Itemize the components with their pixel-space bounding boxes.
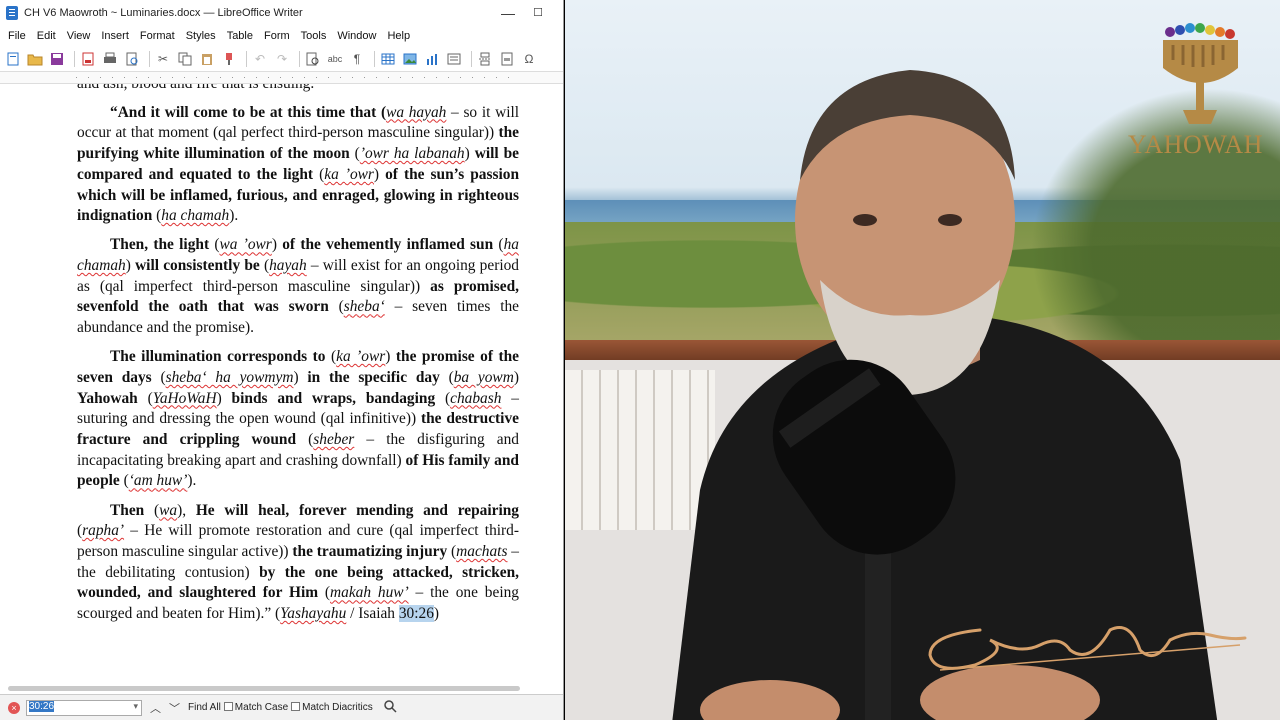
find-toolbar: × 30:26 ▾ ︿ ﹀ Find All Match Case Match D… (0, 694, 563, 720)
menu-view[interactable]: View (63, 30, 98, 42)
standard-toolbar: ✂ ↶ ↷ abc ¶ Ω (0, 46, 563, 72)
insert-textbox-icon[interactable] (445, 50, 463, 68)
paragraph-4: Then (wa), He will heal, forever mending… (77, 501, 520, 623)
toolbar-separator (299, 50, 300, 67)
menu-file[interactable]: File (4, 30, 33, 42)
open-icon[interactable] (26, 50, 44, 68)
spelling-icon[interactable]: abc (326, 50, 344, 68)
scrollbar-thumb[interactable] (8, 686, 520, 691)
find-all-button[interactable]: Find All (188, 702, 221, 713)
formatting-marks-icon[interactable]: ¶ (348, 50, 366, 68)
menu-window[interactable]: Window (333, 30, 383, 42)
yahowah-logo: YAHOWAH (1128, 20, 1263, 160)
menu-form[interactable]: Form (260, 30, 297, 42)
libreoffice-window: CH V6 Maowroth ~ Luminaries.docx — Libre… (0, 0, 564, 720)
document-canvas[interactable]: and ash, blood and fire that is ensuing.… (0, 84, 563, 684)
menu-table[interactable]: Table (223, 30, 260, 42)
chevron-down-icon[interactable]: ▾ (133, 701, 138, 712)
menu-tools[interactable]: Tools (297, 30, 334, 42)
find-previous-icon[interactable]: ︿ (150, 700, 161, 716)
signature (928, 626, 1247, 671)
toolbar-separator (374, 50, 375, 67)
close-find-icon[interactable]: × (8, 701, 20, 714)
clone-format-icon[interactable] (220, 50, 238, 68)
save-icon[interactable] (48, 50, 66, 68)
document-page: and ash, blood and fire that is ensuing.… (77, 84, 519, 633)
print-icon[interactable] (101, 50, 119, 68)
copy-icon[interactable] (176, 50, 194, 68)
paragraph-1: “And it will come to be at this time tha… (77, 103, 520, 225)
paste-icon[interactable] (198, 50, 216, 68)
toolbar-separator (471, 50, 472, 67)
cut-icon[interactable]: ✂ (154, 50, 172, 68)
undo-icon[interactable]: ↶ (251, 50, 269, 68)
page-break-icon[interactable] (476, 50, 494, 68)
toolbar-separator (246, 50, 247, 67)
match-case-checkbox[interactable] (223, 702, 233, 711)
menu-format[interactable]: Format (136, 30, 182, 42)
writer-app-icon (6, 6, 18, 20)
menu-bar: File Edit View Insert Format Styles Tabl… (0, 26, 563, 46)
insert-table-icon[interactable] (379, 50, 397, 68)
print-preview-icon[interactable] (123, 50, 141, 68)
match-diacritics-checkbox[interactable] (291, 702, 301, 711)
title-bar: CH V6 Maowroth ~ Luminaries.docx — Libre… (0, 0, 563, 26)
paragraph-3: The illumination corresponds to (ka ʼowr… (77, 348, 519, 490)
toolbar-separator (74, 50, 75, 67)
find-input[interactable]: 30:26 ▾ (26, 699, 142, 716)
match-case-option[interactable]: Match Case (223, 702, 288, 713)
search-match-highlight: 30:26 (398, 605, 434, 623)
export-pdf-icon[interactable] (79, 50, 97, 68)
minimize-button[interactable]: — (498, 3, 518, 23)
paragraph-fragment: and ash, blood and fire that is ensuing. (77, 84, 519, 95)
find-replace-dialog-icon[interactable] (383, 699, 397, 716)
menu-insert[interactable]: Insert (97, 30, 136, 42)
menu-styles[interactable]: Styles (182, 30, 223, 42)
maximize-button[interactable]: ☐ (528, 3, 548, 23)
video-feed: YAHOWAH (565, 0, 1280, 720)
menorah-icon (1163, 23, 1238, 124)
insert-chart-icon[interactable] (423, 50, 441, 68)
find-next-icon[interactable]: ﹀ (169, 700, 180, 716)
find-replace-icon[interactable] (304, 50, 322, 68)
window-title: CH V6 Maowroth ~ Luminaries.docx — Libre… (24, 7, 303, 19)
redo-icon[interactable]: ↷ (273, 50, 291, 68)
horizontal-scrollbar[interactable] (0, 684, 563, 694)
paragraph-2: Then, the light (wa ʼowr) of the vehemen… (77, 236, 519, 337)
special-character-icon[interactable]: Ω (520, 50, 538, 68)
menu-edit[interactable]: Edit (33, 30, 63, 42)
insert-field-icon[interactable] (498, 50, 516, 68)
match-diacritics-option[interactable]: Match Diacritics (291, 702, 373, 713)
insert-image-icon[interactable] (401, 50, 419, 68)
new-icon[interactable] (4, 50, 22, 68)
toolbar-separator (149, 50, 150, 67)
horizontal-ruler[interactable] (0, 72, 563, 84)
logo-text: YAHOWAH (1128, 130, 1263, 159)
menu-help[interactable]: Help (383, 30, 417, 42)
